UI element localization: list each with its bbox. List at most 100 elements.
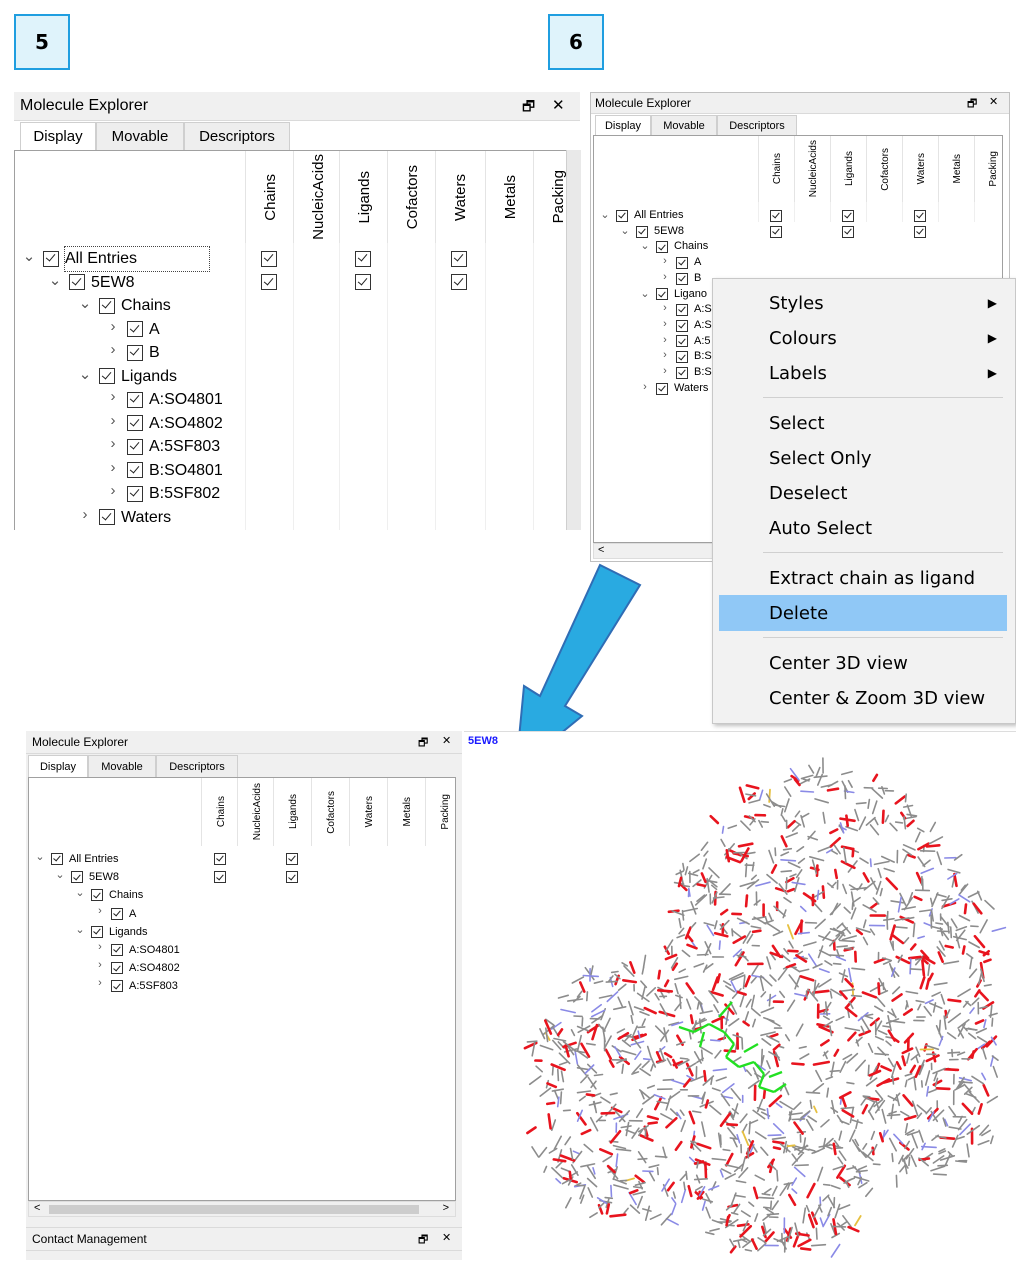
expand-closed-icon[interactable]: ›	[103, 459, 123, 476]
row-checkbox[interactable]	[616, 210, 628, 222]
expand-closed-icon[interactable]: ›	[93, 977, 107, 989]
close-icon[interactable]: ✕	[442, 1231, 451, 1244]
column-header-ligands[interactable]: Ligands	[339, 151, 388, 243]
horizontal-scrollbar[interactable]: < >	[28, 1201, 456, 1217]
row-checkbox[interactable]	[91, 889, 103, 901]
row-checkbox[interactable]	[99, 509, 115, 525]
column-checkbox-ligands[interactable]	[286, 853, 298, 865]
column-checkbox-waters[interactable]	[914, 210, 926, 222]
column-header-cofactors[interactable]: Cofactors	[311, 778, 350, 846]
menu-item-deselect[interactable]: Deselect	[719, 475, 1007, 511]
column-header-cofactors[interactable]: Cofactors	[387, 151, 436, 243]
expand-closed-icon[interactable]: ›	[75, 506, 95, 523]
expand-closed-icon[interactable]: ›	[103, 435, 123, 452]
column-checkbox-chains[interactable]	[770, 210, 782, 222]
column-header-metals[interactable]: Metals	[387, 778, 426, 846]
row-checkbox[interactable]	[127, 462, 143, 478]
row-checkbox[interactable]	[127, 392, 143, 408]
expand-open-icon[interactable]: ⌄	[598, 208, 612, 221]
column-checkbox-ligands[interactable]	[842, 226, 854, 238]
close-icon[interactable]: ✕	[552, 96, 565, 114]
column-checkbox-ligands[interactable]	[355, 274, 371, 290]
column-header-cofactors[interactable]: Cofactors	[866, 136, 903, 202]
expand-closed-icon[interactable]: ›	[93, 905, 107, 917]
row-checkbox[interactable]	[127, 415, 143, 431]
menu-item-auto-select[interactable]: Auto Select	[719, 510, 1007, 546]
expand-open-icon[interactable]: ⌄	[618, 224, 632, 237]
expand-open-icon[interactable]: ⌄	[73, 886, 87, 899]
row-checkbox[interactable]	[676, 257, 688, 269]
column-header-waters[interactable]: Waters	[435, 151, 484, 243]
column-header-waters[interactable]: Waters	[902, 136, 939, 202]
expand-closed-icon[interactable]: ›	[658, 302, 672, 314]
expand-closed-icon[interactable]: ›	[658, 255, 672, 267]
row-checkbox[interactable]	[69, 274, 85, 290]
column-checkbox-waters[interactable]	[914, 226, 926, 238]
column-checkbox-ligands[interactable]	[286, 871, 298, 883]
scroll-left-icon[interactable]: <	[34, 1202, 40, 1214]
column-checkbox-chains[interactable]	[261, 274, 277, 290]
expand-closed-icon[interactable]: ›	[658, 271, 672, 283]
expand-closed-icon[interactable]: ›	[103, 412, 123, 429]
expand-open-icon[interactable]: ⌄	[19, 247, 39, 265]
scroll-left-icon[interactable]: <	[598, 544, 604, 556]
row-checkbox[interactable]	[656, 241, 668, 253]
expand-closed-icon[interactable]: ›	[103, 482, 123, 499]
column-header-chains[interactable]: Chains	[245, 151, 294, 243]
expand-closed-icon[interactable]: ›	[658, 318, 672, 330]
tab-display[interactable]: Display	[20, 122, 96, 150]
menu-item-center-3d-view[interactable]: Center 3D view	[719, 645, 1007, 681]
expand-open-icon[interactable]: ⌄	[638, 287, 652, 300]
menu-item-center-zoom-3d-view[interactable]: Center & Zoom 3D view	[719, 680, 1007, 716]
expand-open-icon[interactable]: ⌄	[53, 868, 67, 881]
expand-closed-icon[interactable]: ›	[103, 388, 123, 405]
column-checkbox-waters[interactable]	[451, 274, 467, 290]
expand-closed-icon[interactable]: ›	[658, 334, 672, 346]
column-header-ligands[interactable]: Ligands	[273, 778, 312, 846]
row-checkbox[interactable]	[676, 304, 688, 316]
menu-item-extract-chain-as-ligand[interactable]: Extract chain as ligand	[719, 560, 1007, 596]
row-checkbox[interactable]	[127, 486, 143, 502]
tab-display[interactable]: Display	[595, 115, 651, 135]
column-checkbox-ligands[interactable]	[355, 251, 371, 267]
row-checkbox[interactable]	[127, 439, 143, 455]
float-icon[interactable]: 🗗	[967, 95, 977, 114]
tab-movable[interactable]: Movable	[88, 755, 156, 777]
column-header-metals[interactable]: Metals	[938, 136, 975, 202]
column-checkbox-ligands[interactable]	[842, 210, 854, 222]
column-header-chains[interactable]: Chains	[201, 778, 240, 846]
expand-closed-icon[interactable]: ›	[93, 959, 107, 971]
column-header-packing[interactable]: Packing	[974, 136, 1003, 202]
expand-open-icon[interactable]: ⌄	[73, 923, 87, 936]
menu-item-delete[interactable]: Delete	[719, 595, 1007, 631]
tab-descriptors[interactable]: Descriptors	[156, 755, 238, 777]
row-checkbox[interactable]	[127, 321, 143, 337]
float-icon[interactable]: 🗗	[418, 1231, 428, 1250]
row-checkbox[interactable]	[676, 335, 688, 347]
tab-movable[interactable]: Movable	[651, 115, 717, 135]
tab-descriptors[interactable]: Descriptors	[184, 122, 290, 150]
menu-item-select-only[interactable]: Select Only	[719, 440, 1007, 476]
column-header-ligands[interactable]: Ligands	[830, 136, 867, 202]
float-icon[interactable]: 🗗	[522, 96, 535, 120]
column-header-nucleicacids[interactable]: NucleicAcids	[237, 778, 276, 846]
column-header-nucleicacids[interactable]: NucleicAcids	[293, 151, 342, 243]
column-checkbox-chains[interactable]	[261, 251, 277, 267]
column-header-packing[interactable]: Packing	[533, 151, 568, 243]
row-checkbox[interactable]	[91, 926, 103, 938]
expand-closed-icon[interactable]: ›	[658, 349, 672, 361]
expand-closed-icon[interactable]: ›	[658, 365, 672, 377]
row-checkbox[interactable]	[676, 320, 688, 332]
row-checkbox[interactable]	[111, 980, 123, 992]
row-checkbox[interactable]	[111, 908, 123, 920]
row-checkbox[interactable]	[43, 251, 59, 267]
menu-item-select[interactable]: Select	[719, 405, 1007, 441]
scroll-thumb[interactable]	[49, 1205, 419, 1214]
expand-closed-icon[interactable]: ›	[93, 941, 107, 953]
row-checkbox[interactable]	[71, 871, 83, 883]
column-checkbox-chains[interactable]	[214, 871, 226, 883]
expand-open-icon[interactable]: ⌄	[75, 294, 95, 312]
expand-open-icon[interactable]: ⌄	[45, 271, 65, 289]
column-checkbox-chains[interactable]	[770, 226, 782, 238]
row-checkbox[interactable]	[111, 944, 123, 956]
